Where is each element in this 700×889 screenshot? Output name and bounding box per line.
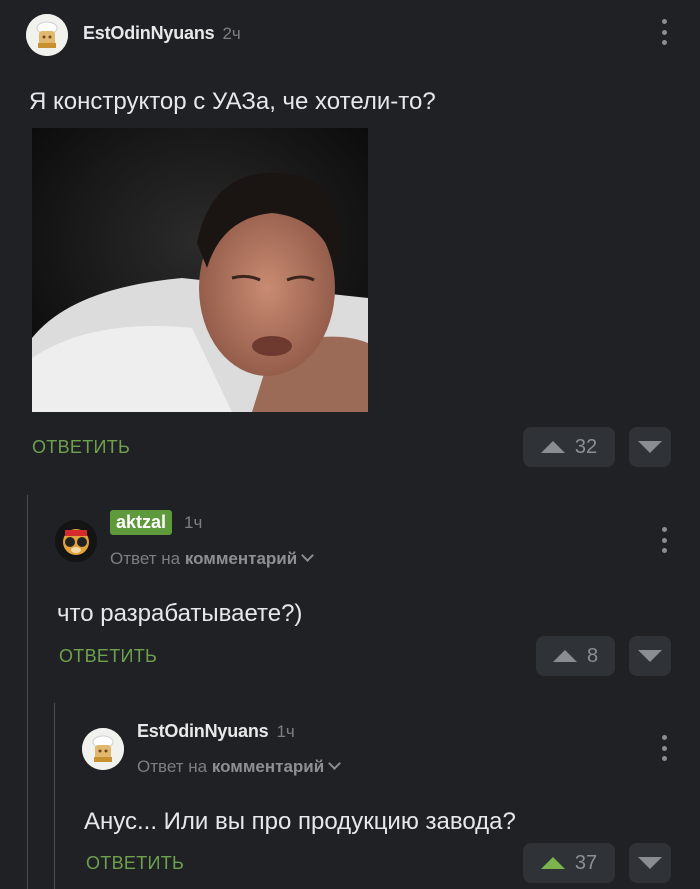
downvote-icon: [638, 857, 662, 869]
downvote-button[interactable]: [629, 843, 671, 883]
comment-text: Я конструктор с УАЗа, че хотели-то?: [29, 88, 436, 115]
reply-to-prefix: Ответ на: [137, 757, 208, 776]
reply-button[interactable]: ОТВЕТИТЬ: [86, 853, 184, 874]
comment-score: 32: [574, 435, 598, 458]
reply-to-prefix: Ответ на: [110, 549, 181, 568]
chef-avatar-icon: [26, 14, 68, 56]
upvote-button[interactable]: 8: [536, 636, 615, 676]
reply-to-target: комментарий: [184, 549, 298, 568]
chef-avatar-icon: [82, 728, 124, 770]
avatar[interactable]: [82, 728, 124, 770]
avatar[interactable]: [55, 520, 97, 562]
downvote-icon: [638, 650, 662, 662]
downvote-button[interactable]: [629, 427, 671, 467]
username[interactable]: EstOdinNyuans: [83, 23, 215, 44]
reply-to-link[interactable]: Ответ на комментарий: [110, 549, 315, 569]
reply-to-link[interactable]: Ответ на комментарий: [137, 757, 342, 777]
chevron-down-icon: [301, 549, 315, 562]
thread-line[interactable]: [54, 703, 55, 889]
username-badge[interactable]: aktzal: [110, 510, 173, 535]
username[interactable]: EstOdinNyuans: [137, 721, 269, 742]
upvote-icon: [540, 441, 565, 453]
comment-time: 1ч: [276, 722, 295, 741]
comment-image[interactable]: [32, 128, 368, 412]
comment-text: что разрабатываете?): [57, 600, 303, 627]
more-options-icon[interactable]: [661, 19, 667, 45]
comment-score: 8: [586, 644, 599, 667]
upvote-button[interactable]: 32: [523, 427, 615, 467]
more-options-icon[interactable]: [661, 735, 667, 761]
upvote-button[interactable]: 37: [523, 843, 615, 883]
comment-time: 1ч: [184, 512, 203, 532]
avatar[interactable]: [26, 14, 68, 56]
upvote-icon: [540, 857, 565, 869]
downvote-icon: [638, 441, 662, 453]
chevron-down-icon: [328, 757, 342, 770]
upvote-icon: [552, 650, 577, 662]
more-options-icon[interactable]: [661, 527, 667, 553]
reply-to-target: комментарий: [211, 757, 325, 776]
comment-text: Анус... Или вы про продукцию завода?: [84, 808, 516, 835]
reply-button[interactable]: ОТВЕТИТЬ: [59, 646, 157, 667]
comment-time: 2ч: [222, 24, 241, 43]
reply-button[interactable]: ОТВЕТИТЬ: [32, 437, 130, 458]
comment-score: 37: [574, 851, 598, 874]
thread-line[interactable]: [27, 495, 28, 889]
downvote-button[interactable]: [629, 636, 671, 676]
monkey-avatar-icon: [55, 520, 97, 562]
photo-image: [32, 128, 368, 412]
